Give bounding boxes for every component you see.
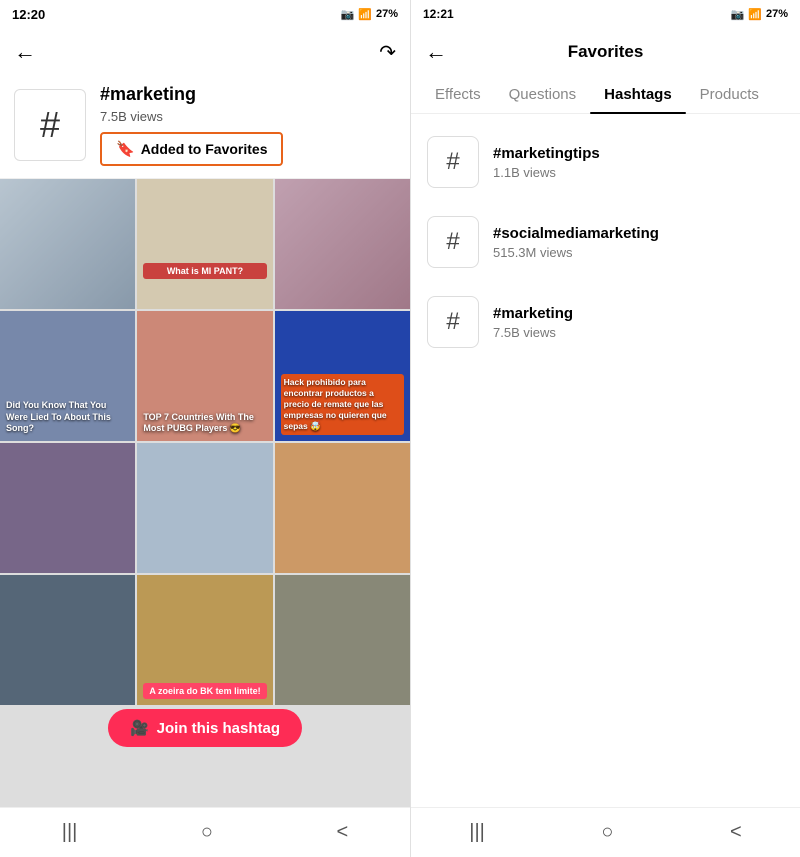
list-item[interactable]: # #marketingtips 1.1B views bbox=[411, 122, 800, 202]
tabs-row: Effects Questions Hashtags Products bbox=[411, 76, 800, 114]
join-hashtag-label: Join this hashtag bbox=[157, 720, 280, 737]
favorites-title: Favorites bbox=[568, 42, 644, 62]
hashtag-item-views: 515.3M views bbox=[493, 245, 659, 260]
video-cell[interactable] bbox=[0, 443, 135, 573]
hashtag-icon: # bbox=[14, 89, 86, 161]
list-item[interactable]: # #socialmediamarketing 515.3M views bbox=[411, 202, 800, 282]
video-cell[interactable] bbox=[137, 443, 272, 573]
video-overlay-text: A zoeira do BK tem limite! bbox=[143, 683, 266, 699]
video-cell[interactable] bbox=[275, 443, 410, 573]
hashtag-item-views: 1.1B views bbox=[493, 165, 600, 180]
hashtag-list-icon: # bbox=[427, 296, 479, 348]
hashtag-info: #marketing 7.5B views 🔖 Added to Favorit… bbox=[100, 84, 283, 166]
signal-icon: 📶 bbox=[358, 8, 372, 21]
right-header: ← Favorites bbox=[411, 28, 800, 76]
list-item[interactable]: # #marketing 7.5B views bbox=[411, 282, 800, 362]
video-cell[interactable] bbox=[275, 575, 410, 705]
left-header: ← ↷ bbox=[0, 28, 410, 76]
add-favorites-button[interactable]: 🔖 Added to Favorites bbox=[100, 132, 283, 166]
video-cell[interactable]: Did You Know That You Were Lied To About… bbox=[0, 311, 135, 441]
hashtag-views: 7.5B views bbox=[100, 109, 283, 124]
video-cell[interactable]: A zoeira do BK tem limite! bbox=[137, 575, 272, 705]
left-panel: 12:20 📷 📶 27% ← ↷ # #marketing 7.5B view… bbox=[0, 0, 410, 857]
hashtag-item-name: #socialmediamarketing bbox=[493, 225, 659, 242]
r-nav-back-icon[interactable]: < bbox=[730, 821, 742, 844]
video-cell[interactable] bbox=[0, 575, 135, 705]
hashtag-list: # #marketingtips 1.1B views # #socialmed… bbox=[411, 114, 800, 807]
hashtag-item-info: #marketing 7.5B views bbox=[493, 305, 573, 340]
right-panel: 12:21 📷 📶 27% ← Favorites Effects Questi… bbox=[410, 0, 800, 857]
nav-menu-icon[interactable]: ||| bbox=[62, 821, 78, 844]
tab-effects[interactable]: Effects bbox=[421, 76, 495, 113]
tab-products[interactable]: Products bbox=[686, 76, 773, 113]
left-nav-bar: ||| ○ < bbox=[0, 807, 410, 857]
video-cell[interactable] bbox=[275, 179, 410, 309]
right-signal-icon: 📶 bbox=[748, 8, 762, 21]
video-overlay-text: Did You Know That You Were Lied To About… bbox=[6, 400, 129, 435]
tab-questions[interactable]: Questions bbox=[495, 76, 591, 113]
nav-home-icon[interactable]: ○ bbox=[201, 821, 213, 844]
hashtag-item-name: #marketing bbox=[493, 305, 573, 322]
hashtag-header: # #marketing 7.5B views 🔖 Added to Favor… bbox=[0, 76, 410, 179]
left-status-bar: 12:20 📷 📶 27% bbox=[0, 0, 410, 28]
r-nav-menu-icon[interactable]: ||| bbox=[469, 821, 485, 844]
favorites-label: Added to Favorites bbox=[141, 141, 268, 157]
right-battery: 27% bbox=[766, 8, 788, 20]
hashtag-list-icon: # bbox=[427, 216, 479, 268]
r-nav-home-icon[interactable]: ○ bbox=[601, 821, 613, 844]
video-grid: What is MI PANT? Did You Know That You W… bbox=[0, 179, 410, 807]
video-cell[interactable]: Hack prohibido para encontrar productos … bbox=[275, 311, 410, 441]
tab-hashtags[interactable]: Hashtags bbox=[590, 76, 686, 113]
video-cell[interactable] bbox=[0, 179, 135, 309]
hashtag-item-info: #socialmediamarketing 515.3M views bbox=[493, 225, 659, 260]
right-status-icons: 📷 📶 27% bbox=[731, 8, 788, 21]
camera-status-icon: 📷 bbox=[341, 8, 355, 21]
video-overlay-text: Hack prohibido para encontrar productos … bbox=[281, 374, 404, 435]
video-cell[interactable]: What is MI PANT? bbox=[137, 179, 272, 309]
hashtag-title: #marketing bbox=[100, 84, 283, 105]
battery-left: 27% bbox=[376, 8, 398, 20]
video-overlay-text: What is MI PANT? bbox=[143, 263, 266, 279]
left-status-icons: 📷 📶 27% bbox=[341, 8, 398, 21]
bookmark-icon: 🔖 bbox=[116, 140, 135, 158]
nav-back-icon[interactable]: < bbox=[337, 821, 349, 844]
right-time: 12:21 bbox=[423, 7, 454, 21]
hashtag-item-name: #marketingtips bbox=[493, 145, 600, 162]
hash-symbol: # bbox=[40, 104, 60, 146]
right-status-bar: 12:21 📷 📶 27% bbox=[411, 0, 800, 28]
video-cell[interactable]: TOP 7 Countries With The Most PUBG Playe… bbox=[137, 311, 272, 441]
right-nav-bar: ||| ○ < bbox=[411, 807, 800, 857]
back-button[interactable]: ← bbox=[14, 39, 36, 65]
hashtag-item-views: 7.5B views bbox=[493, 325, 573, 340]
right-back-button[interactable]: ← bbox=[425, 39, 447, 65]
left-time: 12:20 bbox=[12, 7, 45, 22]
hashtag-list-icon: # bbox=[427, 136, 479, 188]
video-overlay-text: TOP 7 Countries With The Most PUBG Playe… bbox=[143, 412, 266, 435]
video-camera-icon: 🎥 bbox=[130, 719, 149, 737]
join-hashtag-button[interactable]: 🎥 Join this hashtag bbox=[108, 709, 302, 747]
right-camera-icon: 📷 bbox=[731, 8, 745, 21]
hashtag-item-info: #marketingtips 1.1B views bbox=[493, 145, 600, 180]
share-button[interactable]: ↷ bbox=[379, 40, 396, 65]
